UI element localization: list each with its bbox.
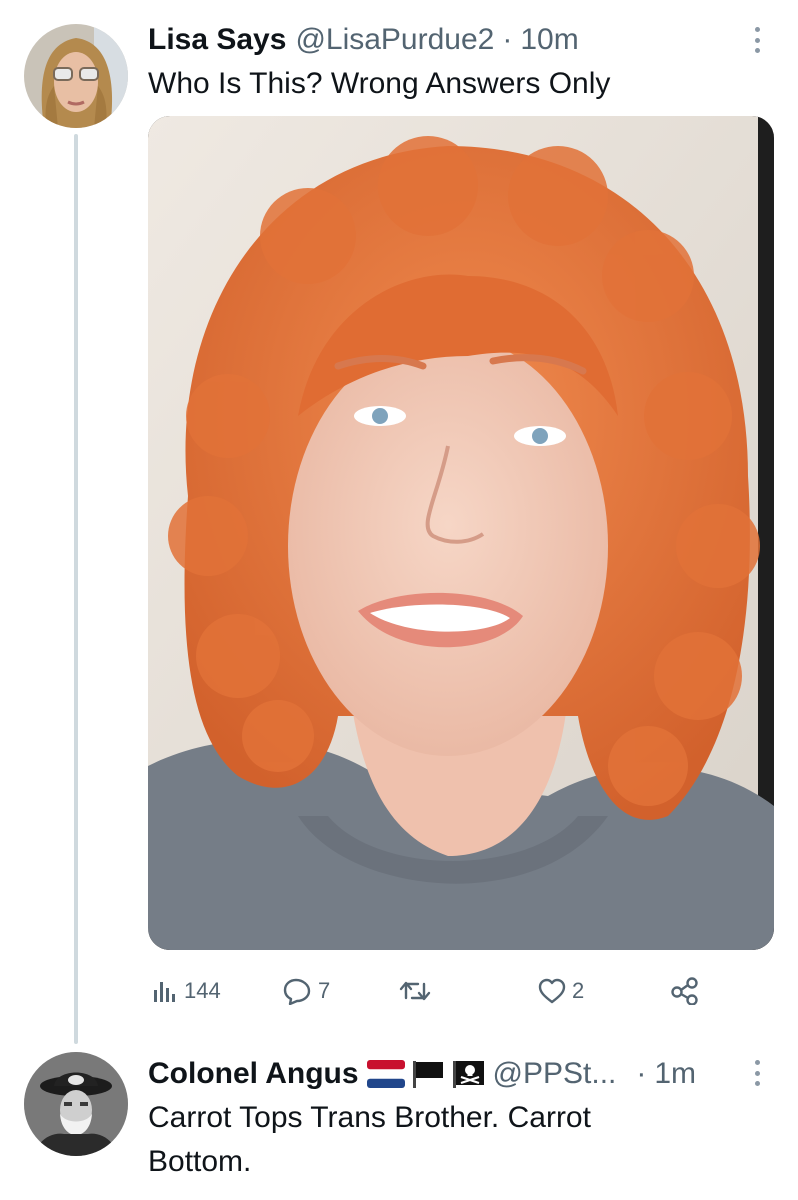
more-icon[interactable]: [755, 1060, 761, 1086]
reply-text-line-1: Carrot Tops Trans Brother. Carrot: [148, 1101, 591, 1134]
tweet-time[interactable]: 10m: [520, 23, 578, 57]
reply-button[interactable]: 7: [282, 968, 330, 1014]
views-icon: [154, 982, 175, 1002]
like-icon: [538, 978, 566, 1004]
views-button[interactable]: 144: [152, 968, 221, 1014]
share-icon: [671, 977, 698, 1005]
separator-dot: ·: [502, 23, 513, 56]
reply-author-avatar[interactable]: [24, 1052, 128, 1156]
photo-redhead-portrait: [148, 116, 774, 950]
netherlands-flag-icon: [366, 1060, 405, 1088]
thread-connector-line: [74, 134, 78, 1044]
reply-text-line-2: Bottom.: [148, 1145, 252, 1178]
views-count: 144: [184, 978, 221, 1003]
reply-count: 7: [318, 978, 331, 1003]
share-button[interactable]: [670, 968, 700, 1014]
reply-author-handle[interactable]: @PPSt...: [493, 1057, 617, 1091]
reply-time[interactable]: 1m: [654, 1057, 696, 1091]
like-button[interactable]: 2: [538, 968, 584, 1014]
reply-author-name[interactable]: Colonel Angus: [148, 1057, 359, 1091]
retweet-icon: [399, 981, 431, 1001]
tweet-header: Lisa Says @LisaPurdue2 · 10m: [148, 20, 579, 60]
black-flag-icon: [412, 1061, 443, 1088]
retweet-button[interactable]: [398, 968, 438, 1014]
more-icon[interactable]: [755, 27, 761, 53]
author-name[interactable]: Lisa Says: [148, 23, 286, 57]
tweet-action-bar: 144 7 2: [148, 968, 708, 1014]
pirate-flag-icon: [452, 1061, 484, 1088]
author-handle[interactable]: @LisaPurdue2: [295, 23, 494, 57]
avatar-image: [24, 1052, 128, 1156]
avatar-image: [24, 24, 128, 128]
like-count: 2: [572, 978, 585, 1003]
reply-text: Carrot Tops Trans Brother. Carrot Bottom…: [148, 1096, 591, 1184]
reply-icon: [283, 978, 311, 1005]
separator-dot: ·: [636, 1057, 647, 1090]
tweet-media-image[interactable]: [148, 116, 774, 950]
tweet-text: Who Is This? Wrong Answers Only: [148, 67, 611, 100]
author-avatar[interactable]: [24, 24, 128, 128]
reply-header: Colonel Angus @PPSt... · 1m: [148, 1054, 696, 1094]
